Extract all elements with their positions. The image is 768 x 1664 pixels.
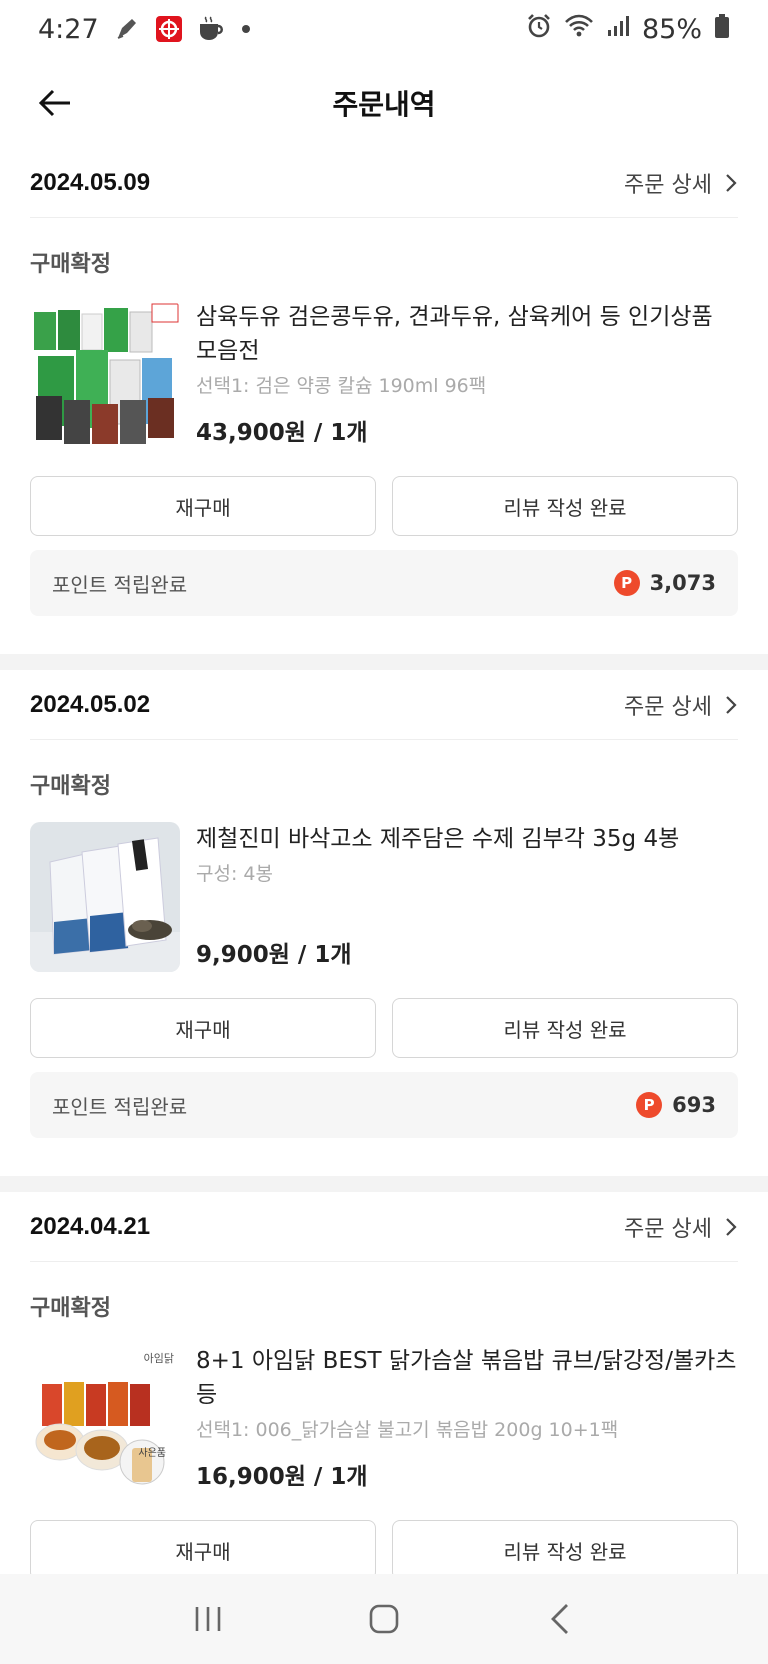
order-card: 2024.05.09 주문 상세 구매확정 삼육두유 검은콩두유, 견과두유, … [0,148,768,670]
dot-icon [239,15,253,43]
order-date: 2024.05.02 [30,690,151,718]
order-actions: 재구매 리뷰 작성 완료 [30,998,738,1058]
chevron-right-icon [726,695,737,714]
point-badge-icon: P [613,570,640,596]
order-date: 2024.05.09 [30,168,151,196]
product-info: 제철진미 바삭고소 제주담은 수제 김부각 35g 4봉 구성: 4봉 9,90… [196,822,738,972]
product-info: 삼육두유 검은콩두유, 견과두유, 삼육케어 등 인기상품 모음전 선택1: 검… [196,300,738,450]
status-time: 4:27 [38,13,99,45]
product-price: 9,900원 / 1개 [196,942,352,968]
order-status: 구매확정 [30,252,111,277]
home-button[interactable] [354,1589,414,1649]
recent-apps-icon [195,1607,221,1631]
cup-icon [197,15,225,43]
back-icon [551,1604,568,1634]
order-header: 2024.04.21 주문 상세 [30,1192,738,1262]
order-detail-link[interactable]: 주문 상세 [624,1211,738,1243]
order-status: 구매확정 [30,1296,111,1321]
status-bar: 4:27 85% [0,0,768,58]
home-icon [369,1604,399,1634]
points-label: 포인트 적립완료 [52,572,188,597]
order-card: 2024.04.21 주문 상세 구매확정 아임닭 사은품 8+1 아임닭 BE… [0,1192,768,1580]
brand-text: 아임닭 [143,1352,174,1365]
points-value: 693 [672,1093,716,1117]
app-icon [155,15,183,43]
alarm-icon [526,13,552,46]
battery-percent: 85% [641,13,702,45]
product-option: 선택1: 검은 약콩 칼슘 190ml 96팩 [196,375,487,397]
product-row[interactable]: 삼육두유 검은콩두유, 견과두유, 삼육케어 등 인기상품 모음전 선택1: 검… [30,300,738,450]
system-back-button[interactable] [530,1589,590,1649]
product-name[interactable]: 삼육두유 검은콩두유, 견과두유, 삼육케어 등 인기상품 모음전 [196,300,738,368]
signal-icon [606,14,630,45]
back-button[interactable] [30,78,80,128]
rebuy-button[interactable]: 재구매 [30,476,376,536]
order-list: 2024.05.09 주문 상세 구매확정 삼육두유 검은콩두유, 견과두유, … [0,148,768,1580]
product-image[interactable] [30,822,180,972]
product-row[interactable]: 아임닭 사은품 8+1 아임닭 BEST 닭가슴살 볶음밥 큐브/닭강정/볼카츠… [30,1344,738,1494]
wifi-icon [564,13,594,46]
system-nav-bar [0,1574,768,1664]
points-value-group: P 693 [636,1092,716,1118]
battery-icon [714,13,730,46]
order-detail-label: 주문 상세 [624,1216,712,1242]
rebuy-button[interactable]: 재구매 [30,998,376,1058]
points-box: 포인트 적립완료 P 693 [30,1072,738,1138]
order-date: 2024.04.21 [30,1212,151,1240]
product-option: 구성: 4봉 [196,863,273,885]
review-done-button[interactable]: 리뷰 작성 완료 [392,1520,738,1580]
product-price: 43,900원 / 1개 [196,420,368,446]
order-detail-label: 주문 상세 [624,694,712,720]
review-done-button[interactable]: 리뷰 작성 완료 [392,476,738,536]
product-name[interactable]: 제철진미 바삭고소 제주담은 수제 김부각 35g 4봉 [196,822,738,856]
order-card: 2024.05.02 주문 상세 구매확정 제철진미 바삭고소 제주담은 수제 … [0,670,768,1192]
product-info: 8+1 아임닭 BEST 닭가슴살 볶음밥 큐브/닭강정/볼카츠 등 선택1: … [196,1344,738,1494]
product-image[interactable]: 아임닭 사은품 [30,1344,180,1494]
chevron-right-icon [726,173,737,192]
points-value: 3,073 [649,571,716,595]
pen-icon [113,15,141,43]
product-image[interactable] [30,300,180,450]
points-label: 포인트 적립완료 [52,1094,188,1119]
order-detail-link[interactable]: 주문 상세 [624,689,738,721]
product-name[interactable]: 8+1 아임닭 BEST 닭가슴살 볶음밥 큐브/닭강정/볼카츠 등 [196,1344,738,1412]
gift-text: 사은품 [138,1448,166,1459]
page-title: 주문내역 [332,88,436,121]
order-actions: 재구매 리뷰 작성 완료 [30,1520,738,1580]
product-price: 16,900원 / 1개 [196,1464,368,1490]
order-status: 구매확정 [30,774,111,799]
recent-apps-button[interactable] [178,1589,238,1649]
product-option: 선택1: 006_닭가슴살 불고기 볶음밥 200g 10+1팩 [196,1419,619,1441]
section-divider [0,1176,768,1192]
order-detail-label: 주문 상세 [624,172,712,198]
rebuy-button[interactable]: 재구매 [30,1520,376,1580]
points-value-group: P 3,073 [613,570,716,596]
arrow-left-icon [38,89,70,117]
chevron-right-icon [726,1217,737,1236]
points-box: 포인트 적립완료 P 3,073 [30,550,738,616]
review-done-button[interactable]: 리뷰 작성 완료 [392,998,738,1058]
header: 주문내역 [0,58,768,148]
order-header: 2024.05.02 주문 상세 [30,670,738,740]
order-detail-link[interactable]: 주문 상세 [624,167,738,199]
product-row[interactable]: 제철진미 바삭고소 제주담은 수제 김부각 35g 4봉 구성: 4봉 9,90… [30,822,738,972]
section-divider [0,654,768,670]
order-actions: 재구매 리뷰 작성 완료 [30,476,738,536]
order-header: 2024.05.09 주문 상세 [30,148,738,218]
point-badge-icon: P [636,1092,663,1118]
